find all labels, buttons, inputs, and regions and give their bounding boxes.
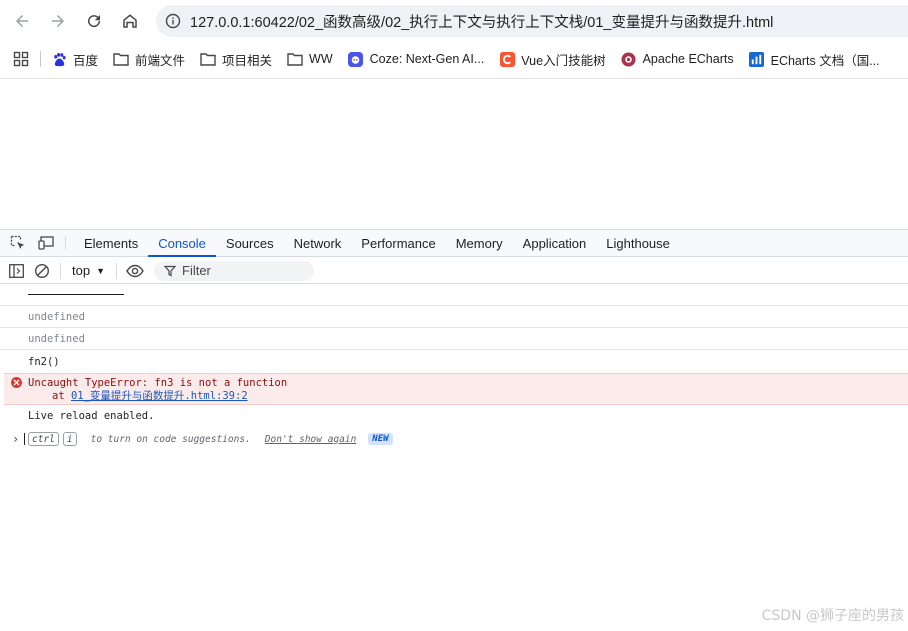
error-text: Uncaught TypeError: fn3 is not a functio… xyxy=(28,377,288,389)
error-source-link[interactable]: 01_变量提升与函数提升.html:39:2 xyxy=(71,390,248,402)
filter-funnel-icon xyxy=(164,265,176,276)
kbd-i: i xyxy=(62,432,77,446)
context-selector[interactable]: top ▼ xyxy=(66,263,111,278)
back-button[interactable] xyxy=(4,3,40,39)
bookmark-coze[interactable]: Coze: Next-Gen AI... xyxy=(348,51,485,67)
bookmarks-bar: 百度 前端文件 项目相关 WW Coze: Next-Gen AI... Vue… xyxy=(0,44,908,74)
bookmark-label: Apache ECharts xyxy=(642,52,734,66)
chart-icon xyxy=(749,51,765,67)
apps-grid-icon[interactable] xyxy=(10,48,32,70)
device-toolbar-icon[interactable] xyxy=(32,230,61,256)
bookmark-project[interactable]: 项目相关 xyxy=(200,50,272,69)
folder-icon xyxy=(113,51,129,67)
new-badge: NEW xyxy=(368,433,393,445)
inspect-element-icon[interactable] xyxy=(3,230,32,256)
prompt-chevron-icon: › xyxy=(12,432,20,446)
filter-input[interactable]: Filter xyxy=(154,260,314,281)
tab-network[interactable]: Network xyxy=(284,230,352,256)
bookmark-baidu[interactable]: 百度 xyxy=(51,50,98,69)
stack-at: at xyxy=(52,390,71,402)
folder-icon xyxy=(200,51,216,67)
bookmark-echarts-docs[interactable]: ECharts 文档（国... xyxy=(749,50,880,69)
console-prompt[interactable]: › ctrl i to turn on code suggestions. Do… xyxy=(0,427,908,451)
console-message: Live reload enabled. xyxy=(0,405,908,427)
site-info-icon[interactable] xyxy=(156,13,190,29)
bookmark-apache-echarts[interactable]: Apache ECharts xyxy=(621,51,734,67)
coze-icon xyxy=(348,51,364,67)
suggestion-hint: to turn on code suggestions. xyxy=(90,433,251,445)
reload-icon xyxy=(88,15,101,28)
context-label: top xyxy=(72,263,91,278)
console-message: undefined xyxy=(0,328,908,350)
folder-icon xyxy=(287,51,303,67)
tab-separator xyxy=(65,236,66,250)
tab-elements[interactable]: Elements xyxy=(74,230,148,256)
reload-button[interactable] xyxy=(76,3,112,39)
bookmarks-separator xyxy=(40,51,41,67)
message-text: undefined xyxy=(28,332,85,345)
bookmark-label: 前端文件 xyxy=(135,53,186,68)
toolbar-separator xyxy=(116,262,117,279)
bookmark-ww[interactable]: WW xyxy=(287,51,333,67)
home-icon xyxy=(123,14,137,28)
echarts-icon xyxy=(621,51,637,67)
csdn-watermark: CSDN @狮子座的男孩 xyxy=(761,608,904,624)
message-text: fn2() xyxy=(28,355,60,368)
bookmark-vue[interactable]: Vue入门技能树 xyxy=(499,50,606,69)
console-toolbar: top ▼ Filter xyxy=(0,258,908,284)
bookmark-label: Vue入门技能树 xyxy=(521,53,606,68)
forward-button[interactable] xyxy=(40,3,76,39)
bookmark-label: WW xyxy=(309,52,333,66)
tab-performance[interactable]: Performance xyxy=(351,230,445,256)
address-bar[interactable]: 127.0.0.1:60422/02_函数高级/02_执行上下文与执行上下文栈/… xyxy=(156,5,908,37)
message-text: undefined xyxy=(28,310,85,323)
console-messages: undefined undefined fn2() Uncaught TypeE… xyxy=(0,284,908,451)
clear-console-icon[interactable] xyxy=(29,258,55,284)
console-message: undefined xyxy=(0,306,908,328)
toolbar-divider xyxy=(0,78,908,79)
text-cursor xyxy=(24,433,25,445)
bookmark-label: 项目相关 xyxy=(222,53,273,68)
sidebar-toggle-icon[interactable] xyxy=(3,258,29,284)
error-x-icon xyxy=(11,377,22,388)
dont-show-again-link[interactable]: Don't show again xyxy=(265,434,357,445)
tab-application[interactable]: Application xyxy=(513,230,597,256)
console-error-message: Uncaught TypeError: fn3 is not a functio… xyxy=(4,373,908,405)
browser-window: 127.0.0.1:60422/02_函数高级/02_执行上下文与执行上下文栈/… xyxy=(0,0,908,631)
live-expression-eye-icon[interactable] xyxy=(122,258,148,284)
console-message: fn2() xyxy=(0,350,908,373)
home-button[interactable] xyxy=(112,3,148,39)
arrow-right-icon xyxy=(52,15,64,27)
arrow-left-icon xyxy=(16,15,28,27)
console-message-separator-line xyxy=(0,284,908,306)
underline-bar xyxy=(28,294,124,295)
tab-memory[interactable]: Memory xyxy=(446,230,513,256)
message-text: Live reload enabled. xyxy=(28,410,155,422)
tab-lighthouse[interactable]: Lighthouse xyxy=(596,230,680,256)
devtools-tab-bar: Elements Console Sources Network Perform… xyxy=(0,229,908,257)
tab-sources[interactable]: Sources xyxy=(216,230,284,256)
bookmark-label: ECharts 文档（国... xyxy=(770,53,880,68)
error-stack-line: at 01_变量提升与函数提升.html:39:2 xyxy=(28,390,908,403)
filter-placeholder: Filter xyxy=(182,263,211,278)
bookmark-label: Coze: Next-Gen AI... xyxy=(369,52,485,66)
tab-console[interactable]: Console xyxy=(148,230,216,257)
url-text: 127.0.0.1:60422/02_函数高级/02_执行上下文与执行上下文栈/… xyxy=(190,14,774,31)
toolbar-separator xyxy=(60,262,61,279)
bookmark-frontend-files[interactable]: 前端文件 xyxy=(113,50,185,69)
baidu-paw-icon xyxy=(51,51,67,67)
kbd-ctrl: ctrl xyxy=(28,432,59,446)
caret-down-icon: ▼ xyxy=(96,265,105,276)
csdn-icon xyxy=(499,51,515,67)
browser-toolbar: 127.0.0.1:60422/02_函数高级/02_执行上下文与执行上下文栈/… xyxy=(0,0,908,42)
bookmark-label: 百度 xyxy=(73,53,99,68)
